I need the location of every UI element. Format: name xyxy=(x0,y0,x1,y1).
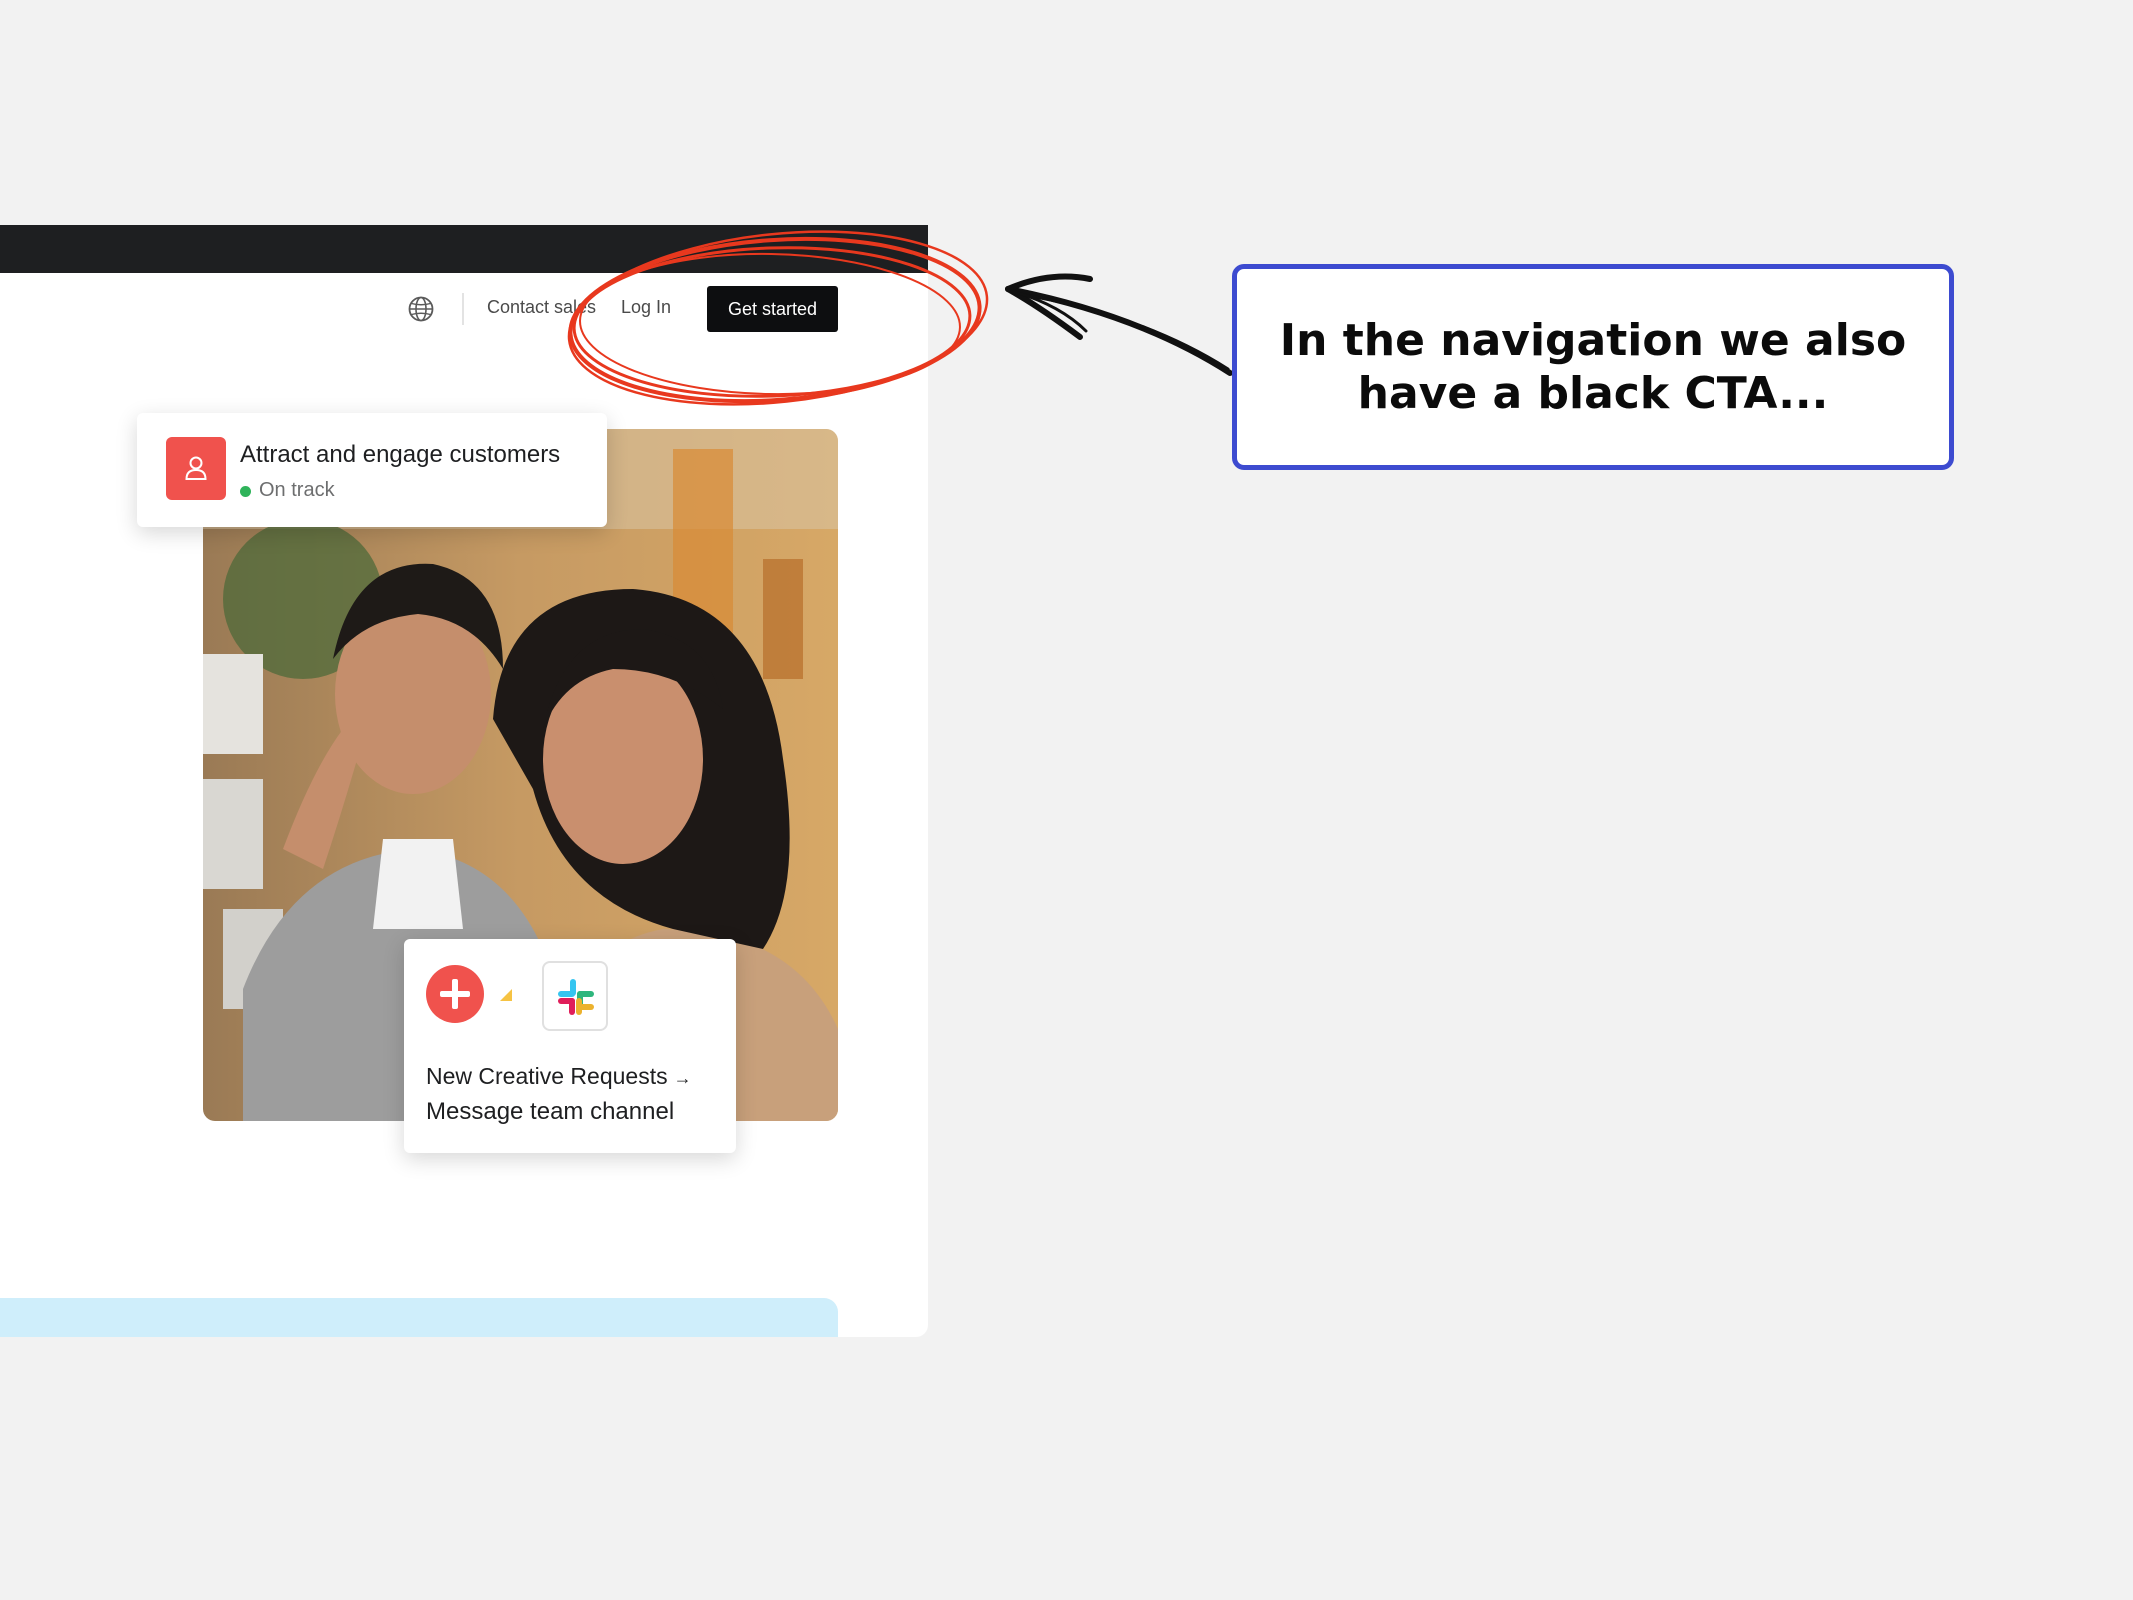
rule-trigger-text: New Creative Requests → xyxy=(426,1063,692,1090)
slack-icon xyxy=(542,961,608,1031)
person-icon xyxy=(166,437,226,500)
plus-icon xyxy=(426,965,484,1023)
goal-card[interactable]: Attract and engage customers On track xyxy=(137,413,607,527)
next-section-band xyxy=(0,1298,838,1337)
globe-icon[interactable] xyxy=(407,295,435,323)
nav-divider xyxy=(462,293,464,325)
status-dot xyxy=(240,486,251,497)
goal-status: On track xyxy=(259,479,335,501)
annotation-callout: In the navigation we also have a black C… xyxy=(1232,264,1954,470)
arrow-right-icon: → xyxy=(673,1068,692,1088)
callout-text: In the navigation we also have a black C… xyxy=(1279,315,1907,419)
automation-rule-card[interactable]: New Creative Requests → Message team chan… xyxy=(404,939,736,1153)
rule-action-text: Message team channel xyxy=(426,1098,675,1125)
red-scribble-circle xyxy=(567,230,989,406)
rule-trigger-label: New Creative Requests xyxy=(426,1063,668,1089)
connector-triangle-icon xyxy=(500,989,512,1001)
arrow-sketch-icon xyxy=(1005,273,1233,376)
goal-title: Attract and engage customers xyxy=(240,441,561,468)
